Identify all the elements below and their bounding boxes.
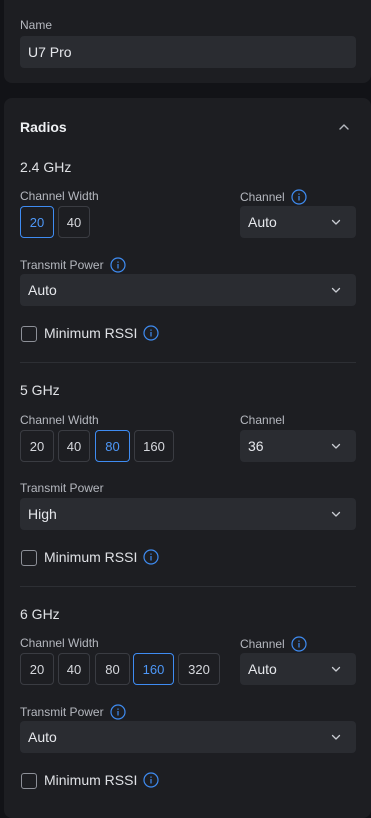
band-2-4-channel-width-label: Channel Width	[20, 189, 99, 203]
band-2-4-transmit-power-label: Transmit Power	[20, 258, 104, 272]
band-5-min-rssi-row: Minimum RSSI	[44, 549, 159, 565]
band-5-title: 5 GHz	[20, 382, 60, 398]
band-5-channel-select[interactable]: 36	[240, 430, 356, 462]
band-6-width-80-button[interactable]: 80	[95, 653, 130, 685]
band-2-4-width-20-button[interactable]: 20	[20, 206, 54, 238]
info-icon[interactable]	[109, 704, 126, 720]
band-6-channel-width-label: Channel Width	[20, 636, 99, 650]
band-6-channel-label: Channel	[240, 637, 285, 651]
band-5-transmit-power-select[interactable]: High	[20, 498, 356, 530]
band-2-4-channel-select[interactable]: Auto	[240, 206, 356, 238]
info-icon[interactable]	[109, 257, 126, 273]
band-5-channel-width-label: Channel Width	[20, 413, 99, 427]
name-input[interactable]: U7 Pro	[20, 36, 356, 68]
band-6-width-20-button[interactable]: 20	[20, 653, 54, 685]
band-2-4-min-rssi-row: Minimum RSSI	[44, 325, 159, 341]
radios-title: Radios	[20, 119, 67, 135]
info-icon[interactable]	[291, 636, 307, 652]
info-icon[interactable]	[291, 189, 307, 205]
band-2-4-width-40-button[interactable]: 40	[58, 206, 90, 238]
chevron-down-icon	[330, 663, 342, 675]
band-5-min-rssi-label: Minimum RSSI	[44, 549, 138, 565]
band-2-4-min-rssi-label: Minimum RSSI	[44, 325, 138, 341]
band-6-width-160-button[interactable]: 160	[133, 653, 174, 685]
divider	[20, 362, 356, 363]
band-5-width-160-button[interactable]: 160	[134, 430, 174, 462]
band-5-width-40-button[interactable]: 40	[58, 430, 90, 462]
band-6-transmit-power-label: Transmit Power	[20, 705, 104, 719]
name-input-value: U7 Pro	[28, 44, 72, 60]
radios-panel: Radios 2.4 GHz Channel Width 20 40 Chann…	[4, 98, 371, 818]
band-6-transmit-power-select[interactable]: Auto	[20, 721, 356, 753]
info-icon[interactable]	[143, 325, 159, 341]
band-5-width-20-button[interactable]: 20	[20, 430, 54, 462]
band-5-min-rssi-checkbox[interactable]	[21, 550, 37, 566]
band-6-min-rssi-checkbox[interactable]	[21, 773, 37, 789]
band-2-4-title: 2.4 GHz	[20, 159, 72, 175]
name-label: Name	[20, 18, 53, 32]
name-panel: Name U7 Pro	[4, 0, 371, 83]
chevron-down-icon	[330, 284, 342, 296]
info-icon[interactable]	[143, 549, 159, 565]
band-2-4-transmit-label-row: Transmit Power	[20, 257, 126, 273]
band-2-4-channel-label-row: Channel	[240, 189, 307, 205]
chevron-down-icon	[330, 216, 342, 228]
chevron-up-icon	[339, 124, 349, 130]
band-6-width-40-button[interactable]: 40	[58, 653, 90, 685]
band-5-transmit-power-label: Transmit Power	[20, 481, 104, 495]
band-6-transmit-label-row: Transmit Power	[20, 704, 126, 720]
band-2-4-transmit-power-select[interactable]: Auto	[20, 274, 356, 306]
chevron-down-icon	[330, 440, 342, 452]
band-6-width-320-button[interactable]: 320	[178, 653, 220, 685]
chevron-down-icon	[330, 508, 342, 520]
divider	[20, 586, 356, 587]
chevron-down-icon	[330, 731, 342, 743]
info-icon[interactable]	[143, 772, 159, 788]
band-2-4-min-rssi-checkbox[interactable]	[21, 326, 37, 342]
band-6-min-rssi-row: Minimum RSSI	[44, 772, 159, 788]
collapse-radios-button[interactable]	[337, 120, 351, 134]
band-6-channel-select[interactable]: Auto	[240, 653, 356, 685]
band-6-title: 6 GHz	[20, 606, 60, 622]
band-5-width-80-button[interactable]: 80	[95, 430, 130, 462]
band-6-min-rssi-label: Minimum RSSI	[44, 772, 138, 788]
band-5-channel-label: Channel	[240, 413, 285, 427]
band-2-4-channel-label: Channel	[240, 190, 285, 204]
band-6-channel-label-row: Channel	[240, 636, 307, 652]
